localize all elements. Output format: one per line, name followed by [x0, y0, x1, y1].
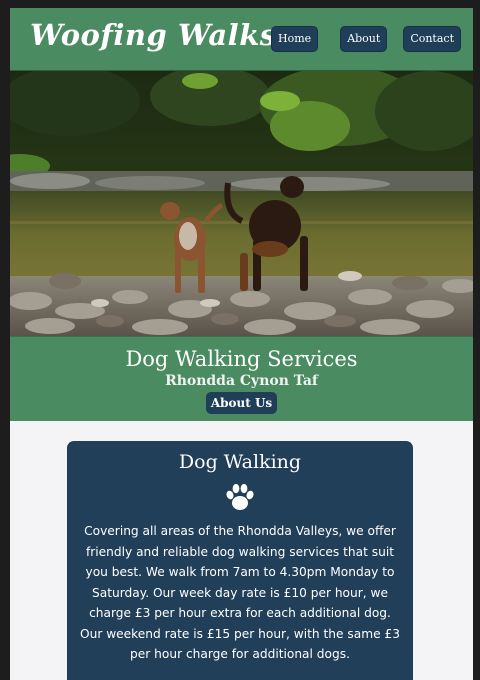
nav-contact-button[interactable]: Contact — [403, 26, 461, 52]
service-card: Dog Walking Covering all areas of the Rh… — [67, 441, 413, 680]
hero-image — [10, 71, 473, 336]
hero-subtitle: Rhondda Cynon Taf — [165, 373, 318, 389]
nav-about-button[interactable]: About — [340, 26, 388, 52]
page: Woofing Walks Home About Contact Dog Wal… — [10, 8, 473, 680]
site-header: Woofing Walks Home About Contact — [10, 8, 473, 71]
hero-dogs-photo — [10, 71, 473, 336]
paw-icon — [67, 483, 413, 511]
card-description: Covering all areas of the Rhondda Valley… — [80, 524, 400, 661]
main-nav: Home About Contact — [271, 26, 461, 52]
about-us-button[interactable]: About Us — [205, 392, 278, 414]
nav-home-button[interactable]: Home — [271, 26, 319, 52]
hero-title: Dog Walking Services — [125, 347, 358, 371]
card-title: Dog Walking — [178, 451, 302, 473]
site-logo[interactable]: Woofing Walks — [30, 18, 277, 52]
hero-banner: Dog Walking Services Rhondda Cynon Taf A… — [10, 336, 473, 421]
